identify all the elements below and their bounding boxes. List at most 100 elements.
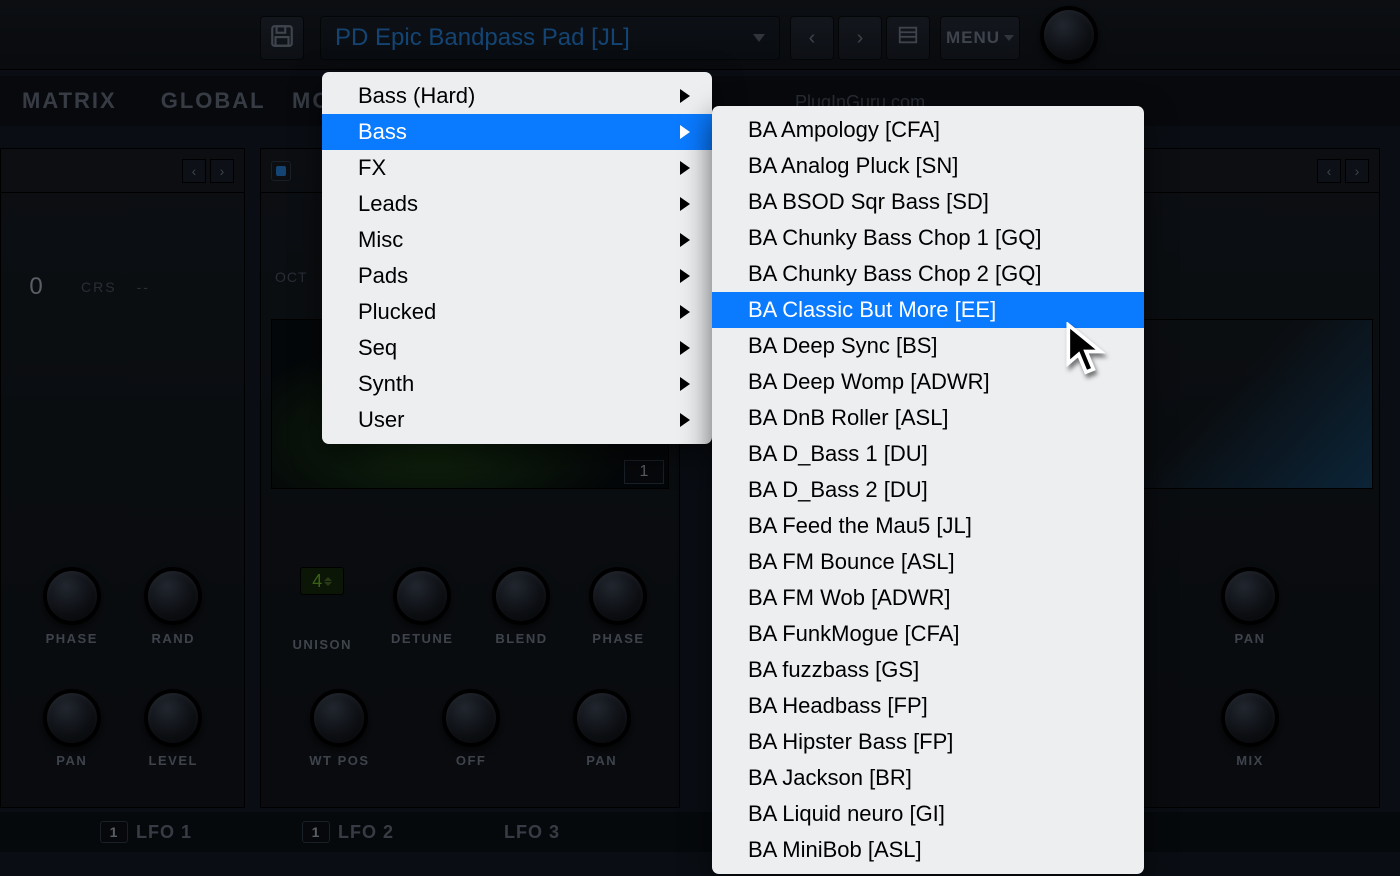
preset-label: BA DnB Roller [ASL] xyxy=(748,405,949,431)
submenu-arrow-icon xyxy=(680,269,690,283)
category-label: Pads xyxy=(358,263,408,289)
preset-item[interactable]: BA Hipster Bass [FP] xyxy=(712,724,1144,760)
save-button[interactable] xyxy=(260,16,304,60)
lfo2-tab[interactable]: LFO 2 xyxy=(338,822,394,843)
knob-label: OFF xyxy=(456,753,487,768)
preset-item[interactable]: BA Chunky Bass Chop 2 [GQ] xyxy=(712,256,1144,292)
crs-label: CRS xyxy=(81,279,117,295)
preset-label: BA Chunky Bass Chop 1 [GQ] xyxy=(748,225,1041,251)
pan-knob[interactable] xyxy=(573,689,631,747)
lfo3-tab[interactable]: LFO 3 xyxy=(504,822,560,843)
category-item[interactable]: Plucked xyxy=(322,294,712,330)
oct-label: OCT xyxy=(275,269,308,285)
filter-mix-knob[interactable] xyxy=(1221,689,1279,747)
lfo-strip: 1 LFO 1 1 LFO 2 LFO 3 xyxy=(0,812,1400,852)
preset-label: BA Deep Sync [BS] xyxy=(748,333,938,359)
panel-power-toggle[interactable] xyxy=(271,161,291,181)
preset-item[interactable]: BA D_Bass 2 [DU] xyxy=(712,472,1144,508)
preset-item[interactable]: BA Ampology [CFA] xyxy=(712,112,1144,148)
filter-panel: ‹ › PAN MIX xyxy=(1120,148,1380,808)
preset-label: BA Ampology [CFA] xyxy=(748,117,940,143)
category-item[interactable]: Bass (Hard) xyxy=(322,78,712,114)
submenu-arrow-icon xyxy=(680,377,690,391)
category-item[interactable]: FX xyxy=(322,150,712,186)
panel-nav: ‹ › xyxy=(182,159,234,183)
category-item[interactable]: User xyxy=(322,402,712,438)
blend-knob[interactable] xyxy=(492,567,550,625)
category-item[interactable]: Seq xyxy=(322,330,712,366)
category-item[interactable]: Leads xyxy=(322,186,712,222)
preset-item[interactable]: BA Jackson [BR] xyxy=(712,760,1144,796)
preset-item[interactable]: BA Deep Sync [BS] xyxy=(712,328,1144,364)
preset-item[interactable]: BA D_Bass 1 [DU] xyxy=(712,436,1144,472)
tab-global[interactable]: GLOBAL xyxy=(139,88,288,114)
preset-label: BA FM Wob [ADWR] xyxy=(748,585,951,611)
panel-prev-button[interactable]: ‹ xyxy=(1317,159,1341,183)
filter-display[interactable] xyxy=(1127,319,1373,489)
tab-matrix[interactable]: MATRIX xyxy=(0,88,139,114)
preset-item[interactable]: BA Classic But More [EE] xyxy=(712,292,1144,328)
category-label: User xyxy=(358,407,404,433)
warp-knob[interactable] xyxy=(442,689,500,747)
submenu-arrow-icon xyxy=(680,125,690,139)
preset-item[interactable]: BA BSOD Sqr Bass [SD] xyxy=(712,184,1144,220)
submenu-arrow-icon xyxy=(680,413,690,427)
submenu-arrow-icon xyxy=(680,233,690,247)
preset-label: BA Hipster Bass [FP] xyxy=(748,729,953,755)
preset-list-button[interactable] xyxy=(886,16,930,60)
preset-label: BA FunkMogue [CFA] xyxy=(748,621,960,647)
chevron-right-icon: › xyxy=(857,27,864,50)
preset-item[interactable]: BA Feed the Mau5 [JL] xyxy=(712,508,1144,544)
preset-label: BA Deep Womp [ADWR] xyxy=(748,369,990,395)
category-label: Leads xyxy=(358,191,418,217)
category-label: Synth xyxy=(358,371,414,397)
filter-pan-knob[interactable] xyxy=(1221,567,1279,625)
knob-label: MIX xyxy=(1236,753,1264,768)
next-preset-button[interactable]: › xyxy=(838,16,882,60)
knob-label: UNISON xyxy=(292,637,352,652)
category-item[interactable]: Bass xyxy=(322,114,712,150)
submenu-arrow-icon xyxy=(680,161,690,175)
pan-knob[interactable] xyxy=(43,689,101,747)
wt-index-value[interactable]: 1 xyxy=(624,460,664,484)
panel-next-button[interactable]: › xyxy=(210,159,234,183)
category-menu: Bass (Hard)BassFX Leads Misc Pads Plucked Seq… xyxy=(322,72,712,444)
preset-label: BA D_Bass 1 [DU] xyxy=(748,441,928,467)
level-knob[interactable] xyxy=(144,689,202,747)
preset-item[interactable]: BA DnB Roller [ASL] xyxy=(712,400,1144,436)
preset-item[interactable]: BA Analog Pluck [SN] xyxy=(712,148,1144,184)
preset-label: BA Headbass [FP] xyxy=(748,693,928,719)
preset-name-dropdown[interactable]: PD Epic Bandpass Pad [JL] xyxy=(320,16,780,60)
dash-label: -- xyxy=(137,279,150,295)
wtpos-knob[interactable] xyxy=(310,689,368,747)
panel-prev-button[interactable]: ‹ xyxy=(182,159,206,183)
list-icon xyxy=(897,24,919,52)
preset-item[interactable]: BA fuzzbass [GS] xyxy=(712,652,1144,688)
preset-item[interactable]: BA Chunky Bass Chop 1 [GQ] xyxy=(712,220,1144,256)
preset-item[interactable]: BA Liquid neuro [GI] xyxy=(712,796,1144,832)
preset-item[interactable]: BA MiniBob [ASL] xyxy=(712,832,1144,868)
category-item[interactable]: Misc xyxy=(322,222,712,258)
prev-preset-button[interactable]: ‹ xyxy=(790,16,834,60)
category-item[interactable]: Synth xyxy=(322,366,712,402)
submenu-arrow-icon xyxy=(680,197,690,211)
preset-item[interactable]: BA Deep Womp [ADWR] xyxy=(712,364,1144,400)
menu-button[interactable]: MENU xyxy=(940,16,1020,60)
preset-label: BA Jackson [BR] xyxy=(748,765,912,791)
master-knob[interactable] xyxy=(1040,6,1100,66)
preset-item[interactable]: BA FM Bounce [ASL] xyxy=(712,544,1144,580)
detune-knob[interactable] xyxy=(393,567,451,625)
preset-item[interactable]: BA FM Wob [ADWR] xyxy=(712,580,1144,616)
preset-item[interactable]: BA Headbass [FP] xyxy=(712,688,1144,724)
preset-item[interactable]: BA FunkMogue [CFA] xyxy=(712,616,1144,652)
submenu-arrow-icon xyxy=(680,341,690,355)
category-label: Seq xyxy=(358,335,397,361)
phase-knob[interactable] xyxy=(43,567,101,625)
category-item[interactable]: Pads xyxy=(322,258,712,294)
rand-knob[interactable] xyxy=(144,567,202,625)
preset-label: BA BSOD Sqr Bass [SD] xyxy=(748,189,989,215)
lfo1-tab[interactable]: LFO 1 xyxy=(136,822,192,843)
unison-stepper[interactable]: 4 xyxy=(300,567,344,595)
phase-knob[interactable] xyxy=(589,567,647,625)
panel-next-button[interactable]: › xyxy=(1345,159,1369,183)
